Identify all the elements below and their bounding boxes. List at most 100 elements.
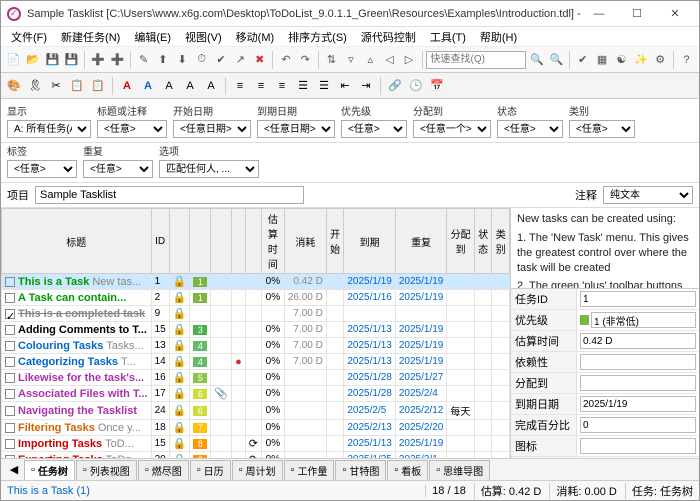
edit-icon[interactable]: ✎ [135,50,152,70]
table-row[interactable]: ✓This is a completed task9🔒7.00 D [2,306,510,322]
save-all-icon[interactable]: 💾 [63,50,80,70]
menu-item[interactable]: 移动(M) [230,27,281,47]
checkbox-icon[interactable] [5,293,15,303]
undo-icon[interactable]: ↶ [277,50,294,70]
column-header[interactable]: 重复 [395,209,447,274]
column-header[interactable] [232,209,246,274]
redo-icon[interactable]: ↷ [297,50,314,70]
filter-status[interactable]: <任意> [497,120,563,138]
checkbox-icon[interactable] [5,325,15,335]
help-icon[interactable]: ? [678,50,695,70]
column-header[interactable]: 类别 [492,209,510,274]
prop-value[interactable] [580,375,696,391]
filter-recur[interactable]: <任意> [83,160,153,178]
checkbox-icon[interactable] [5,389,15,399]
quick-find-input[interactable] [426,51,526,69]
filter-tag[interactable]: <任意> [7,160,77,178]
save-icon[interactable]: 💾 [44,50,61,70]
list-icon[interactable]: ☰ [294,77,312,95]
filter-opt[interactable]: 匹配任何人, ... [159,160,259,178]
maximize-button[interactable]: ☐ [619,4,655,24]
find-dlg-icon[interactable]: 🔍 [548,50,565,70]
table-row[interactable]: Adding Comments to T...15🔒30%7.00 D2025/… [2,322,510,338]
fmt-e-icon[interactable]: A [202,77,220,95]
checkbox-icon[interactable]: ✓ [5,309,15,319]
checkbox-icon[interactable] [5,277,15,287]
filter-assign[interactable]: <任意一个> [413,120,491,138]
column-header[interactable]: 估算时间 [262,209,285,274]
ribbon-icon[interactable]: 🎗 [26,77,44,95]
menu-item[interactable]: 视图(V) [179,27,228,47]
column-header[interactable] [190,209,211,274]
checkbox-icon[interactable] [5,357,15,367]
prop-value[interactable] [580,333,696,349]
menu-item[interactable]: 排序方式(S) [282,27,353,47]
new-file-icon[interactable]: 📄 [5,50,22,70]
next-icon[interactable]: ▷ [400,50,417,70]
view-tab[interactable]: ▫工作量 [284,460,335,480]
date-icon[interactable]: 📅 [428,77,446,95]
tab-prev-icon[interactable]: ◀ [5,461,23,479]
view-tab[interactable]: ▫燃尽图 [138,460,189,480]
checkbox-icon[interactable] [5,406,15,416]
view-tab[interactable]: ▫列表视图 [76,460,137,480]
wand-icon[interactable]: ✨ [632,50,649,70]
view-tab[interactable]: ▫日历 [190,460,231,480]
view-tab[interactable]: ▫任务树 [24,460,75,480]
filter-prio[interactable]: <任意> [341,120,407,138]
column-header[interactable]: 消耗 [284,209,326,274]
table-row[interactable]: Filtering Tasks Once y...18🔒70%2025/2/13… [2,420,510,436]
prop-value[interactable] [591,312,696,328]
column-header[interactable] [211,209,232,274]
close-button[interactable]: ✕ [657,4,693,24]
clock-icon[interactable]: 🕒 [407,77,425,95]
prop-value[interactable] [580,417,696,433]
prop-value[interactable] [580,291,696,307]
fmt-b-icon[interactable]: A [139,77,157,95]
copy-icon[interactable]: 📋 [68,77,86,95]
min-prio-icon[interactable]: ⬇ [174,50,191,70]
delete-icon[interactable]: ✖ [251,50,268,70]
table-row[interactable]: This is a Task New tas...1🔒10%0.42 D2025… [2,274,510,290]
new-subtask-icon[interactable]: ➕ [109,50,126,70]
spell-icon[interactable]: ✔ [574,50,591,70]
menu-item[interactable]: 编辑(E) [128,27,177,47]
table-row[interactable]: Navigating the Tasklist24🔒60%2025/2/5202… [2,402,510,420]
new-task-icon[interactable]: ➕ [89,50,106,70]
column-header[interactable]: 分配到 [447,209,475,274]
column-header[interactable]: 标题 [2,209,152,274]
prev-icon[interactable]: ◁ [381,50,398,70]
filter-display[interactable]: A: 所有任务(A) [7,120,91,138]
table-row[interactable]: Importing Tasks ToD...15🔒8⟳0%2025/1/1320… [2,436,510,452]
prop-value[interactable] [580,354,696,370]
cut-icon[interactable]: ✂ [47,77,65,95]
collapse-icon[interactable]: ▵ [362,50,379,70]
filter-start[interactable]: <任意日期> [173,120,251,138]
view-tab[interactable]: ▫周计划 [232,460,283,480]
timer-icon[interactable]: ⏱ [193,50,210,70]
filter-cat[interactable]: <任意> [569,120,635,138]
comment-body[interactable]: New tasks can be created using:1. The 'N… [511,208,699,288]
checkbox-icon[interactable] [5,423,15,433]
palette-icon[interactable]: 🎨 [5,77,23,95]
comment-type[interactable]: 纯文本 [603,186,693,204]
checkbox-icon[interactable] [5,373,15,383]
table-row[interactable]: Associated Files with T...17🔒6📎0%2025/1/… [2,386,510,402]
column-header[interactable]: 开始 [326,209,344,274]
checkbox-icon[interactable] [5,439,15,449]
expand-icon[interactable]: ▿ [342,50,359,70]
checkbox-icon[interactable] [5,341,15,351]
open-icon[interactable]: 📂 [24,50,41,70]
minimize-button[interactable]: — [581,4,617,24]
yin-yang-icon[interactable]: ☯ [613,50,630,70]
table-row[interactable]: Colouring Tasks Tasks...13🔒40%7.00 D2025… [2,338,510,354]
column-header[interactable] [245,209,261,274]
check-icon[interactable]: ✔ [212,50,229,70]
column-header[interactable]: ID [151,209,169,274]
menu-item[interactable]: 工具(T) [424,27,472,47]
fmt-a-icon[interactable]: A [118,77,136,95]
menu-item[interactable]: 源代码控制 [355,27,422,47]
align-left-icon[interactable]: ≡ [231,77,249,95]
filter-title[interactable]: <任意> [97,120,167,138]
fmt-d-icon[interactable]: A [181,77,199,95]
